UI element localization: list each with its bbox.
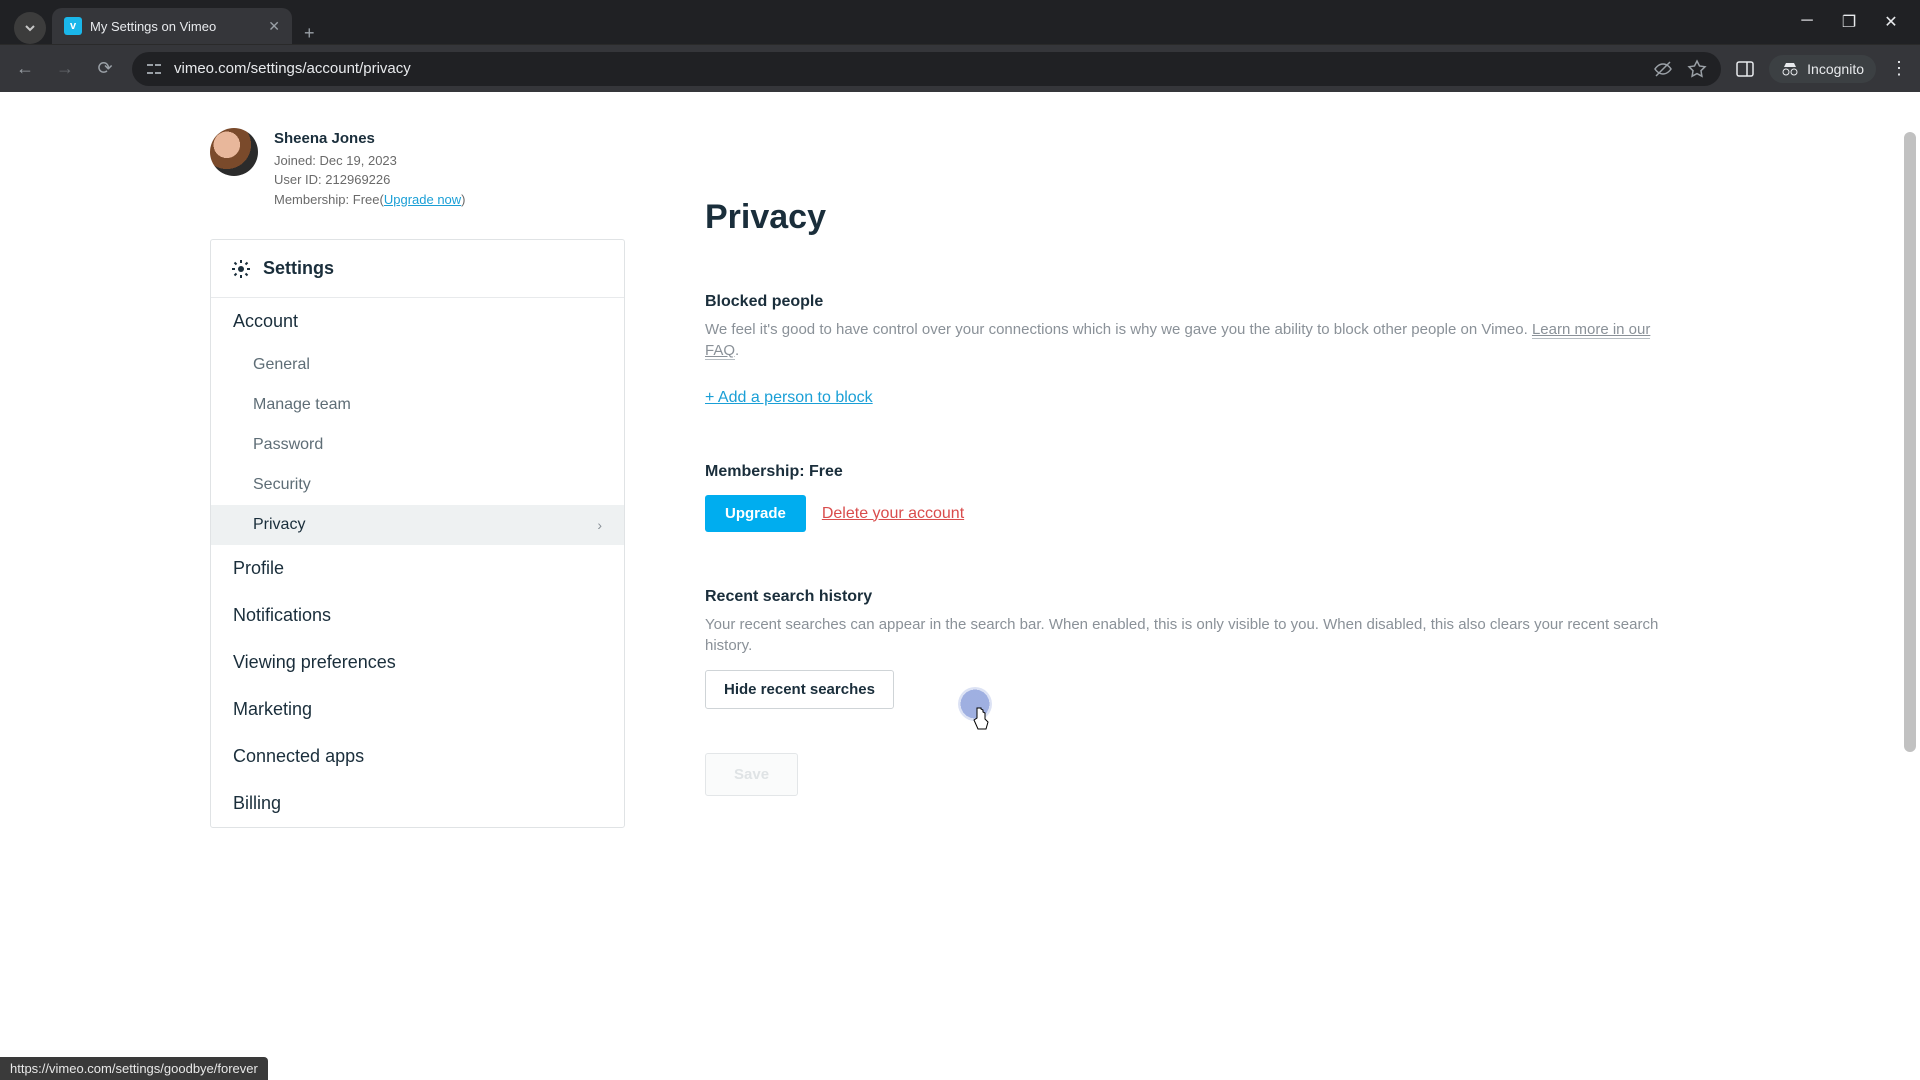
sidebar-item-connected[interactable]: Connected apps [211,733,624,780]
save-button: Save [705,753,798,796]
page-title: Privacy [705,198,1665,237]
sidebar-title: Settings [263,258,334,279]
site-settings-icon[interactable] [146,61,162,77]
tab-close-button[interactable]: ✕ [268,18,280,35]
upgrade-now-link[interactable]: Upgrade now [384,192,461,207]
sidebar-item-notifications[interactable]: Notifications [211,592,624,639]
sidebar-item-profile[interactable]: Profile [211,545,624,592]
membership-label: Membership: [274,192,349,207]
profile-header: Sheena Jones Joined: Dec 19, 2023 User I… [210,128,625,209]
sidebar-item-general[interactable]: General [211,345,624,385]
incognito-badge[interactable]: Incognito [1769,55,1876,83]
settings-sidebar: Settings Account General Manage team Pas… [210,239,625,828]
minimize-button[interactable]: ─ [1798,12,1816,32]
sidebar-item-manage-team[interactable]: Manage team [211,385,624,425]
sidebar-item-privacy[interactable]: Privacy › [211,505,624,545]
profile-name: Sheena Jones [274,128,466,151]
membership-section: Membership: Free Upgrade Delete your acc… [705,463,1665,532]
side-panel-icon[interactable] [1735,59,1755,79]
favicon-icon: v [64,17,82,35]
tab-strip: v My Settings on Vimeo ✕ + ─ ❐ ✕ [0,0,1920,44]
url-text: vimeo.com/settings/account/privacy [174,60,411,77]
blocked-desc: We feel it's good to have control over y… [705,321,1528,338]
joined-date: Dec 19, 2023 [320,153,397,168]
userid-value: 212969226 [325,172,390,187]
add-block-link[interactable]: + Add a person to block [705,389,873,407]
incognito-icon [1781,60,1799,78]
upgrade-button[interactable]: Upgrade [705,495,806,532]
sidebar-item-viewing[interactable]: Viewing preferences [211,639,624,686]
new-tab-button[interactable]: + [292,23,327,44]
delete-account-link[interactable]: Delete your account [822,505,964,523]
scrollbar[interactable] [1902,92,1918,1080]
incognito-label: Incognito [1807,61,1864,77]
blocked-title: Blocked people [705,293,1665,311]
avatar[interactable] [210,128,258,176]
sidebar-item-security[interactable]: Security [211,465,624,505]
forward-button[interactable]: → [52,58,78,79]
chevron-down-icon [24,22,36,34]
joined-label: Joined: [274,153,316,168]
eye-off-icon[interactable] [1653,59,1673,79]
back-button[interactable]: ← [12,58,38,79]
sidebar-item-password[interactable]: Password [211,425,624,465]
address-bar[interactable]: vimeo.com/settings/account/privacy [132,52,1721,86]
blocked-people-section: Blocked people We feel it's good to have… [705,293,1665,407]
membership-title: Membership: Free [705,463,1665,481]
membership-value: Free [353,192,380,207]
browser-menu-button[interactable]: ⋮ [1890,58,1908,79]
browser-toolbar: ← → ⟳ vimeo.com/settings/account/privacy… [0,44,1920,92]
search-history-section: Recent search history Your recent search… [705,588,1665,796]
page-viewport: Sheena Jones Joined: Dec 19, 2023 User I… [0,92,1920,1080]
browser-tab[interactable]: v My Settings on Vimeo ✕ [52,8,292,44]
status-bar: https://vimeo.com/settings/goodbye/forev… [0,1057,268,1080]
maximize-button[interactable]: ❐ [1840,12,1858,32]
bookmark-star-icon[interactable] [1687,59,1707,79]
sidebar-item-billing[interactable]: Billing [211,780,624,827]
hide-searches-button[interactable]: Hide recent searches [705,670,894,709]
reload-button[interactable]: ⟳ [92,58,118,79]
search-desc: Your recent searches can appear in the s… [705,614,1665,656]
sidebar-item-label: Privacy [253,516,305,534]
gear-icon [231,259,251,279]
chevron-right-icon: › [597,517,602,533]
tab-title: My Settings on Vimeo [90,19,216,34]
userid-label: User ID: [274,172,322,187]
sidebar-item-account[interactable]: Account [211,298,624,345]
sidebar-item-marketing[interactable]: Marketing [211,686,624,733]
search-title: Recent search history [705,588,1665,606]
close-window-button[interactable]: ✕ [1882,12,1900,32]
tab-search-button[interactable] [14,12,46,44]
